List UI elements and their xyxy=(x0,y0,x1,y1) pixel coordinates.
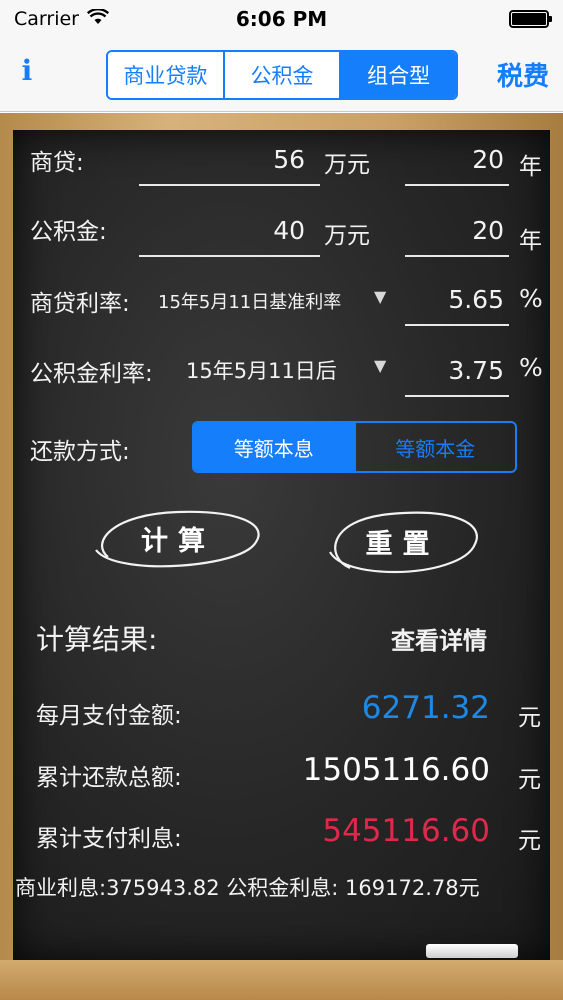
commercial-amount-underline xyxy=(139,184,320,186)
carrier-label: Carrier xyxy=(14,8,79,30)
fund-rate-label: 公积金利率: xyxy=(30,361,153,387)
status-left: Carrier xyxy=(14,8,109,30)
commercial-amount-unit: 万元 xyxy=(324,152,370,178)
commercial-rate-label: 商贷利率: xyxy=(30,291,130,317)
commercial-loan-label: 商贷: xyxy=(30,150,84,176)
total-interest-unit: 元 xyxy=(518,828,541,854)
battery-icon xyxy=(509,10,552,28)
fund-years-underline xyxy=(405,255,509,257)
calculate-label: 计算 xyxy=(141,525,215,557)
repayment-label: 还款方式: xyxy=(30,439,130,465)
fund-amount-unit: 万元 xyxy=(324,223,370,249)
fund-years-unit: 年 xyxy=(519,228,542,254)
total-repayment-label: 累计还款总额: xyxy=(36,765,182,791)
tab-equal-principal[interactable]: 等额本金 xyxy=(356,423,516,471)
commercial-years-underline xyxy=(405,184,509,186)
tab-provident-fund[interactable]: 公积金 xyxy=(224,52,342,98)
fund-years-input[interactable]: 20 xyxy=(406,216,504,245)
wifi-icon xyxy=(86,8,109,29)
view-details-link[interactable]: 查看详情 xyxy=(391,621,487,656)
status-bar: Carrier 6:06 PM xyxy=(0,0,563,38)
commercial-amount-input[interactable]: 56 xyxy=(140,145,305,174)
commercial-rate-input[interactable]: 5.65 xyxy=(406,285,504,314)
calculate-button[interactable]: 计算 xyxy=(88,502,268,574)
fund-rate-underline xyxy=(405,395,509,397)
commercial-years-unit: 年 xyxy=(519,154,542,180)
loan-type-segmented-control: 商业贷款 公积金 组合型 xyxy=(106,50,458,100)
monthly-payment-unit: 元 xyxy=(518,705,541,731)
commercial-rate-underline xyxy=(405,324,509,326)
fund-amount-underline xyxy=(139,255,320,257)
commercial-rate-dropdown[interactable]: 15年5月11日基准利率 xyxy=(158,288,341,314)
total-repayment-value: 1505116.60 xyxy=(302,752,490,788)
interest-breakdown: 商业利息:375943.82 公积金利息: 169172.78元 xyxy=(15,876,480,900)
fund-amount-input[interactable]: 40 xyxy=(140,216,305,245)
fund-rate-chevron-down-icon[interactable]: ▼ xyxy=(374,356,386,375)
fund-loan-label: 公积金: xyxy=(30,219,107,245)
tax-button[interactable]: 税费 xyxy=(497,56,549,93)
chalk-icon xyxy=(426,944,518,958)
monthly-payment-label: 每月支付金额: xyxy=(36,703,182,729)
total-interest-label: 累计支付利息: xyxy=(36,826,182,852)
monthly-payment-value: 6271.32 xyxy=(361,690,490,726)
info-button[interactable]: i xyxy=(16,54,38,87)
total-repayment-unit: 元 xyxy=(518,767,541,793)
fund-rate-input[interactable]: 3.75 xyxy=(406,356,504,385)
fund-rate-unit: % xyxy=(519,353,543,382)
tab-combined[interactable]: 组合型 xyxy=(341,52,456,98)
reset-button[interactable]: 重置 xyxy=(320,502,485,580)
commercial-rate-unit: % xyxy=(519,284,543,313)
reset-label: 重置 xyxy=(365,528,440,560)
chalk-tray xyxy=(0,960,563,1000)
results-title: 计算结果: xyxy=(36,623,158,656)
commercial-rate-chevron-down-icon[interactable]: ▼ xyxy=(374,287,386,306)
repayment-segmented-control: 等额本息 等额本金 xyxy=(192,421,517,473)
commercial-years-input[interactable]: 20 xyxy=(406,145,504,174)
tab-commercial-loan[interactable]: 商业贷款 xyxy=(108,52,225,98)
nav-bar: i 商业贷款 公积金 组合型 税费 xyxy=(0,38,563,112)
fund-rate-dropdown[interactable]: 15年5月11日后 xyxy=(186,355,337,385)
total-interest-value: 545116.60 xyxy=(322,813,490,849)
tab-equal-installment[interactable]: 等额本息 xyxy=(194,423,356,471)
